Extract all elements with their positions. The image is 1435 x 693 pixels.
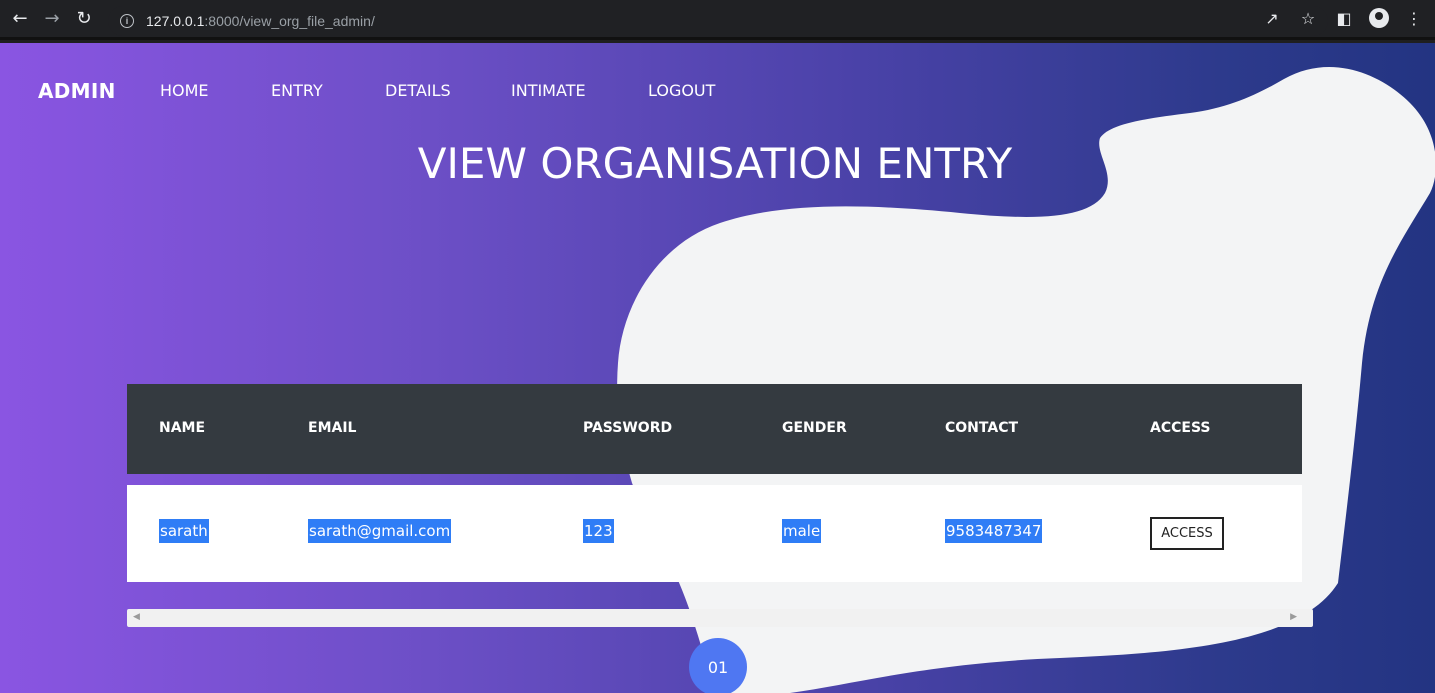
nav-link-entry[interactable]: ENTRY: [271, 81, 323, 100]
cell-password: 123: [583, 519, 614, 543]
header-access: ACCESS: [1150, 420, 1211, 436]
header-password: PASSWORD: [583, 420, 673, 436]
header-name: NAME: [159, 420, 206, 436]
cell-email: sarath@gmail.com: [308, 519, 452, 543]
header-contact: CONTACT: [945, 420, 1019, 436]
back-icon[interactable]: ←: [4, 8, 36, 29]
forward-icon[interactable]: →: [36, 8, 68, 29]
access-button[interactable]: ACCESS: [1150, 517, 1224, 550]
page-title: VIEW ORGANISATION ENTRY: [417, 139, 1013, 188]
cell-name: sarath: [159, 519, 209, 543]
pagination-badge[interactable]: 01: [689, 638, 747, 693]
brand-logo[interactable]: ADMIN: [38, 79, 116, 103]
side-panel-icon[interactable]: ◧: [1333, 9, 1355, 28]
nav-link-details[interactable]: DETAILS: [385, 81, 451, 100]
share-icon[interactable]: ↗: [1261, 9, 1283, 28]
nav-link-intimate[interactable]: INTIMATE: [511, 81, 586, 100]
menu-kebab-icon[interactable]: ⋮: [1403, 9, 1425, 28]
reload-icon[interactable]: ↻: [68, 8, 100, 29]
url-text[interactable]: 127.0.0.1:8000/view_org_file_admin/: [146, 13, 375, 29]
organisation-table: NAME EMAIL PASSWORD GENDER CONTACT ACCES…: [127, 384, 1302, 582]
browser-toolbar: ← → ↻ i 127.0.0.1:8000/view_org_file_adm…: [0, 0, 1435, 40]
address-bar[interactable]: i 127.0.0.1:8000/view_org_file_admin/: [108, 6, 1328, 36]
header-email: EMAIL: [308, 420, 357, 436]
page-background: ADMIN HOME ENTRY DETAILS INTIMATE LOGOUT…: [0, 43, 1435, 693]
nav-link-home[interactable]: HOME: [160, 81, 209, 100]
table-row: sarath sarath@gmail.com 123 male 9583487…: [127, 485, 1302, 582]
scroll-right-icon[interactable]: ▶: [1290, 612, 1297, 622]
bookmark-star-icon[interactable]: ☆: [1297, 9, 1319, 28]
table-header: NAME EMAIL PASSWORD GENDER CONTACT ACCES…: [127, 384, 1302, 474]
site-info-icon[interactable]: i: [120, 14, 134, 28]
profile-icon[interactable]: [1369, 8, 1389, 28]
nav-link-logout[interactable]: LOGOUT: [648, 81, 715, 100]
horizontal-scrollbar[interactable]: ◀ ▶: [127, 609, 1313, 627]
scroll-left-icon[interactable]: ◀: [133, 612, 140, 622]
top-navbar: ADMIN HOME ENTRY DETAILS INTIMATE LOGOUT: [0, 79, 1435, 105]
header-gender: GENDER: [782, 420, 847, 436]
cell-gender: male: [782, 519, 822, 543]
cell-contact: 9583487347: [945, 519, 1043, 543]
